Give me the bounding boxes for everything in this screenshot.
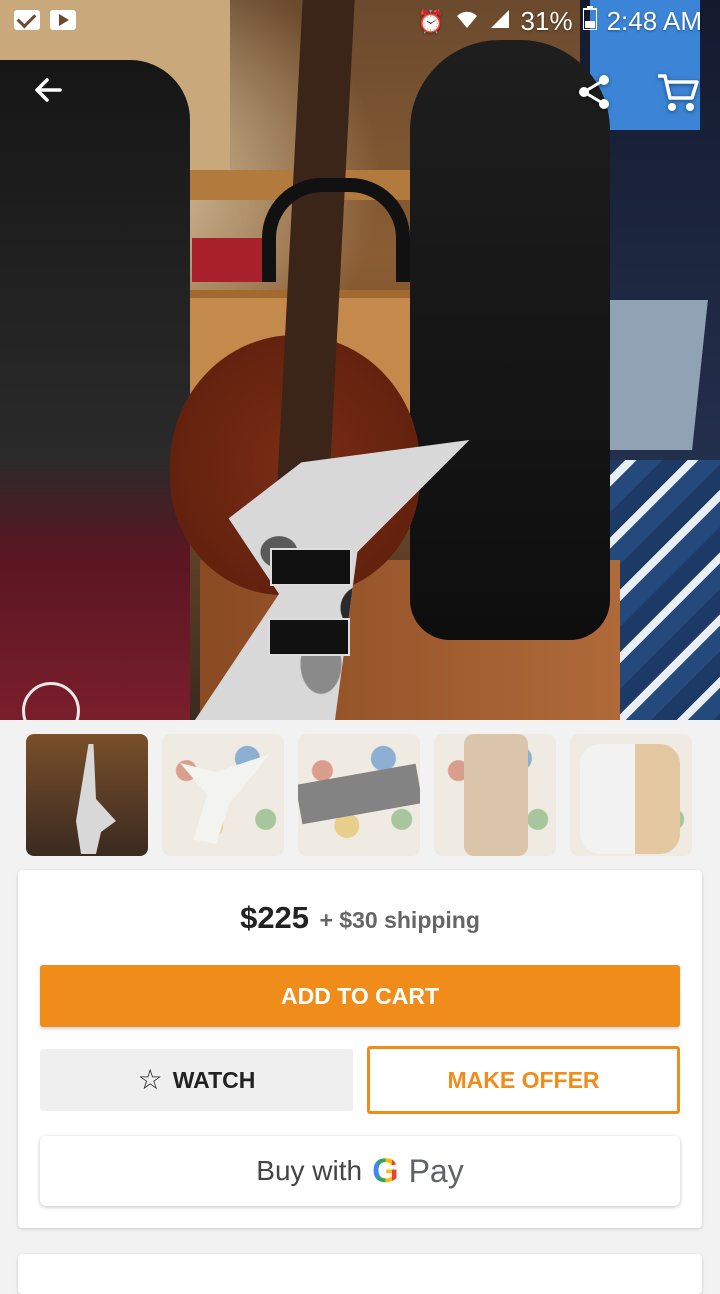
photo-thumbnail-strip: [26, 734, 696, 856]
price-row: $225 + $30 shipping: [18, 900, 702, 936]
photo-guitar-stand: [262, 178, 410, 282]
gpay-pay-text: Pay: [408, 1152, 464, 1189]
next-section-card: [18, 1254, 702, 1294]
photo-thumbnail-1[interactable]: [26, 734, 148, 856]
add-to-cart-button[interactable]: ADD TO CART: [40, 965, 680, 1027]
wifi-icon: [455, 8, 479, 36]
battery-icon: [581, 6, 598, 37]
google-pay-button[interactable]: Buy with G Pay: [40, 1136, 680, 1206]
shipping-cost: + $30 shipping: [319, 907, 480, 933]
clock: 2:48 AM: [606, 6, 702, 36]
star-icon: ☆: [137, 1064, 163, 1095]
photo-thumbnail-5[interactable]: [570, 734, 692, 856]
share-icon[interactable]: [574, 72, 614, 112]
add-to-cart-label: ADD TO CART: [280, 982, 439, 1009]
battery-percent: 31%: [520, 6, 573, 36]
google-g-icon: G: [372, 1151, 399, 1190]
watch-button[interactable]: ☆ WATCH: [40, 1049, 353, 1111]
watch-label: WATCH: [172, 1066, 256, 1093]
make-offer-label: MAKE OFFER: [447, 1066, 600, 1093]
status-bar: ⏰ 31% 2:48 AM: [0, 0, 720, 44]
photo-pickup: [270, 548, 352, 586]
signal-icon: [489, 8, 511, 36]
back-arrow-icon[interactable]: [30, 72, 70, 112]
photo-pickup: [268, 618, 350, 656]
mail-icon: [14, 10, 40, 30]
photo-red-box: [192, 238, 272, 282]
photo-thumbnail-3[interactable]: [298, 734, 420, 856]
cart-icon[interactable]: [656, 70, 700, 114]
photo-thumbnail-4[interactable]: [434, 734, 556, 856]
gpay-prefix: Buy with: [256, 1155, 363, 1186]
photo-guitar-case: [0, 60, 190, 720]
youtube-icon: [50, 10, 76, 30]
purchase-card: $225 + $30 shipping ADD TO CART ☆ WATCH …: [18, 870, 702, 1228]
photo-thumbnail-2[interactable]: [162, 734, 284, 856]
alarm-icon: ⏰: [417, 8, 445, 34]
price: $225: [240, 900, 310, 935]
photo-gig-bag: [410, 40, 610, 640]
make-offer-button[interactable]: MAKE OFFER: [367, 1046, 680, 1114]
